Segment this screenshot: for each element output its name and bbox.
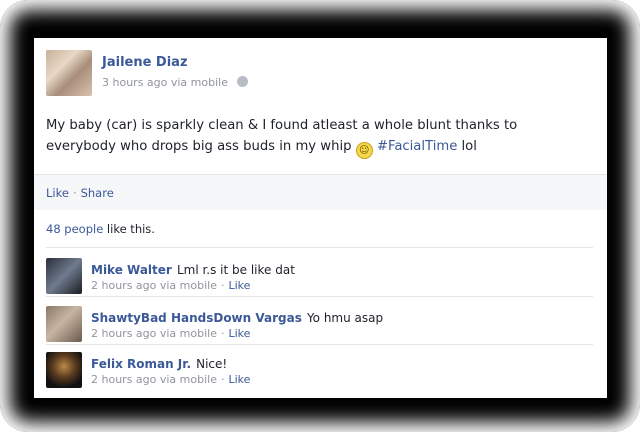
likes-summary: 48 people like this. [46,222,155,236]
separator: · [220,279,225,292]
comment-meta: 2 hours ago via mobile · Like [91,279,250,292]
post-body: My baby (car) is sparkly clean & I found… [46,115,591,159]
commenter-avatar[interactable] [46,352,82,388]
comment-like-link[interactable]: Like [228,279,250,292]
comment-meta: 2 hours ago via mobile · Like [91,373,250,386]
comment-text: Yo hmu asap [306,311,384,325]
likes-suffix: like this. [103,222,155,236]
commenter-name[interactable]: Felix Roman Jr. [91,357,191,371]
divider [46,344,593,345]
separator: · [220,373,225,386]
globe-icon[interactable] [237,76,249,87]
separator: · [72,186,77,200]
comment-text: Nice! [196,357,228,371]
comment-like-link[interactable]: Like [228,373,250,386]
commenter-name[interactable]: ShawtyBad HandsDown Vargas [91,311,302,325]
separator: · [220,327,225,340]
post-actions-bar: Like · Share [34,174,607,210]
divider [46,247,593,248]
comment-timestamp[interactable]: 2 hours ago via mobile [91,327,217,340]
post-actions: Like · Share [46,186,114,200]
comment-item: Mike Walter Lml r.s it be like dat 2 hou… [46,258,593,300]
comment-timestamp[interactable]: 2 hours ago via mobile [91,373,217,386]
smiley-icon: ☺ [355,142,373,159]
comment-line: Felix Roman Jr. Nice! [91,353,227,372]
comment-timestamp[interactable]: 2 hours ago via mobile [91,279,217,292]
like-link[interactable]: Like [46,186,69,200]
post-text-after: lol [457,139,477,154]
commenter-avatar[interactable] [46,258,82,294]
comment-text: Lml r.s it be like dat [176,263,295,277]
comment-line: Mike Walter Lml r.s it be like dat [91,259,295,278]
comment-line: ShawtyBad HandsDown Vargas Yo hmu asap [91,307,383,326]
commenter-avatar[interactable] [46,306,82,342]
likes-count-link[interactable]: 48 people [46,222,103,236]
post-card: Jailene Diaz 3 hours ago via mobile My b… [34,38,607,398]
divider [46,296,593,297]
share-link[interactable]: Share [81,186,114,200]
author-avatar[interactable] [46,50,92,96]
hashtag-link[interactable]: #FacialTime [377,139,457,154]
post-meta: 3 hours ago via mobile [102,76,249,89]
post-timestamp[interactable]: 3 hours ago via mobile [102,76,228,89]
comment-item: ShawtyBad HandsDown Vargas Yo hmu asap 2… [46,306,593,348]
post-author-name[interactable]: Jailene Diaz [102,55,188,70]
comment-item: Felix Roman Jr. Nice! 2 hours ago via mo… [46,352,593,394]
comment-meta: 2 hours ago via mobile · Like [91,327,250,340]
comment-like-link[interactable]: Like [228,327,250,340]
commenter-name[interactable]: Mike Walter [91,263,172,277]
